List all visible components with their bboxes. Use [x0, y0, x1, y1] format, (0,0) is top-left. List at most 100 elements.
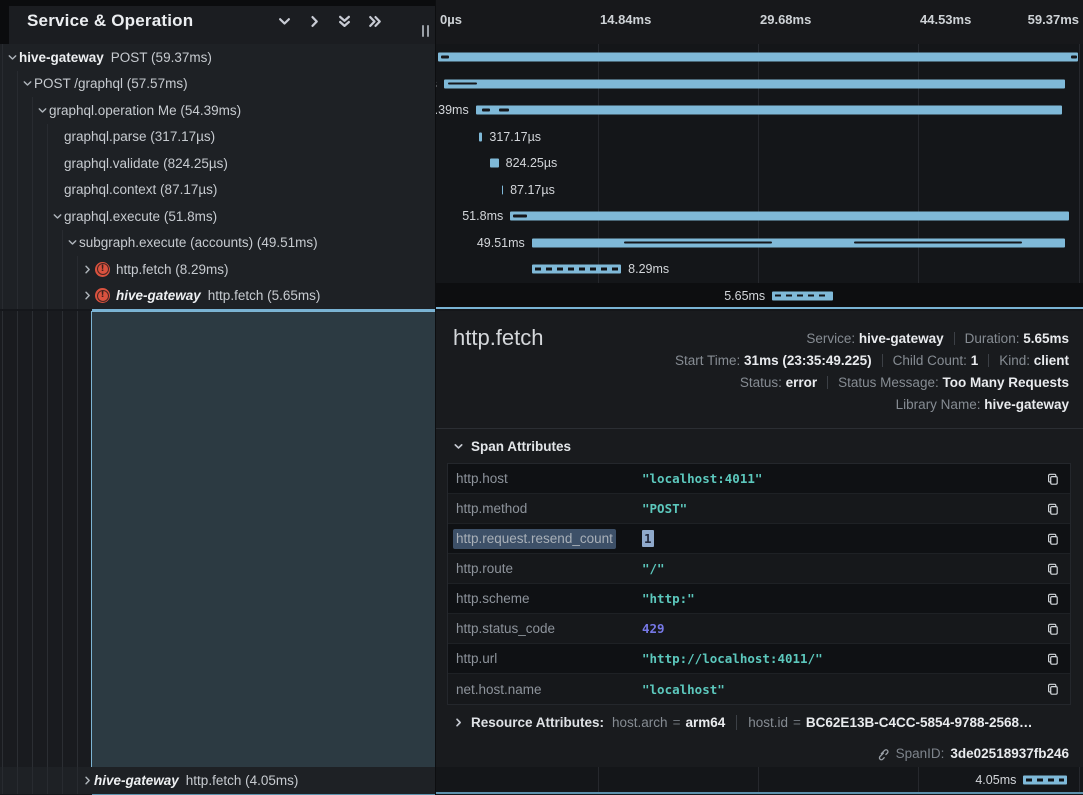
timeline-row[interactable]: 54.39ms — [436, 97, 1083, 124]
panel-title: Service & Operation — [27, 11, 193, 31]
attribute-row: http.method"POST" — [448, 494, 1070, 524]
span-tree-row[interactable]: graphql.operation Me (54.39ms) — [0, 97, 435, 124]
copy-icon — [1046, 502, 1060, 516]
duration-label: 8.29ms — [628, 262, 669, 276]
chevron-down-icon — [453, 441, 464, 452]
span-tree-row[interactable]: subgraph.execute (accounts) (49.51ms) — [0, 230, 435, 257]
copy-button[interactable] — [1045, 531, 1061, 547]
span-tree-row[interactable]: POST /graphql (57.57ms) — [0, 71, 435, 98]
span-tree-row[interactable]: http.fetch (8.29ms) — [0, 256, 435, 283]
span-meta: Service: hive-gatewayDuration: 5.65msSta… — [675, 328, 1069, 416]
axis-tick-label: 44.53ms — [920, 12, 971, 27]
meta-line: Library Name: hive-gateway — [675, 394, 1069, 416]
meta-separator — [827, 376, 828, 389]
span-label: graphql.parse (317.17µs) — [64, 129, 215, 144]
span-tree-row[interactable]: graphql.parse (317.17µs) — [0, 124, 435, 151]
axis-tick-label: 29.68ms — [760, 12, 811, 27]
span-tree-row[interactable]: graphql.execute (51.8ms) — [0, 203, 435, 230]
copy-button[interactable] — [1045, 681, 1061, 697]
axis-tick-label: 0µs — [440, 12, 462, 27]
resource-attributes-row[interactable]: Resource Attributes:host.arch=arm64host.… — [453, 715, 1069, 730]
copy-button[interactable] — [1045, 561, 1061, 577]
chevron-down-button[interactable] — [276, 13, 293, 30]
expanded-row-area — [91, 311, 435, 767]
chevrons-right-icon — [367, 14, 382, 29]
span-bar[interactable] — [532, 238, 1066, 247]
chevron-down-toggle[interactable] — [65, 237, 79, 248]
timeline-row[interactable]: 49.51ms — [436, 230, 1083, 257]
timeline-row[interactable]: 824.25µs — [436, 150, 1083, 177]
chevron-down-icon — [277, 14, 292, 29]
span-id-label: SpanID: — [896, 746, 945, 761]
copy-button[interactable] — [1045, 621, 1061, 637]
chevrons-down-button[interactable] — [336, 13, 353, 30]
chevron-right-button[interactable] — [306, 13, 323, 30]
span-bar[interactable] — [532, 265, 621, 274]
duration-label: 49.51ms — [477, 236, 525, 250]
link-icon[interactable] — [876, 747, 890, 761]
chevron-down-toggle[interactable] — [35, 105, 49, 116]
timeline-row[interactable]: 87.17µs — [436, 177, 1083, 204]
span-label: graphql.operation Me (54.39ms) — [49, 103, 241, 118]
copy-icon — [1046, 472, 1060, 486]
timeline-row[interactable]: 57.57ms — [436, 71, 1083, 98]
duration-label: 5.65ms — [724, 289, 765, 303]
attribute-value: "http:" — [642, 591, 695, 606]
timeline-row[interactable]: 317.17µs — [436, 124, 1083, 151]
attribute-value: "POST" — [642, 501, 687, 516]
chevron-right-toggle[interactable] — [80, 775, 94, 786]
span-bar[interactable] — [444, 79, 1065, 88]
span-label: graphql.validate (824.25µs) — [64, 156, 228, 171]
copy-button[interactable] — [1045, 591, 1061, 607]
span-bar[interactable] — [772, 291, 833, 300]
chevron-down-toggle[interactable] — [50, 211, 64, 222]
copy-button[interactable] — [1045, 501, 1061, 517]
trace-viewer: Service & Operation hive-gatewayPOST (59… — [0, 0, 1083, 795]
chevron-right-toggle[interactable] — [80, 290, 94, 301]
chevrons-right-button[interactable] — [366, 13, 383, 30]
span-tree-row[interactable]: hive-gatewayhttp.fetch (5.65ms) — [0, 283, 435, 310]
attribute-value: "localhost:4011" — [642, 471, 762, 486]
span-tree-row[interactable]: graphql.validate (824.25µs) — [0, 150, 435, 177]
timeline-row[interactable]: 5.65ms — [436, 283, 1083, 310]
chevrons-down-icon — [337, 14, 352, 29]
attribute-key: http.url — [456, 651, 642, 666]
duration-label: 57.57ms — [436, 77, 437, 91]
attribute-value: 429 — [642, 621, 665, 636]
attribute-key: http.route — [456, 561, 642, 576]
span-bar[interactable] — [510, 212, 1068, 221]
timeline-row[interactable]: 51.8ms — [436, 203, 1083, 230]
panel-resize-handle[interactable] — [422, 25, 429, 37]
span-bar[interactable] — [502, 185, 504, 194]
timeline-row[interactable]: 4.05ms — [436, 767, 1083, 794]
chevron-right-icon — [82, 264, 93, 275]
span-bar[interactable] — [1023, 776, 1067, 785]
self-time-segment — [624, 241, 772, 244]
copy-icon — [1046, 622, 1060, 636]
timeline-row[interactable] — [436, 44, 1083, 71]
copy-button[interactable] — [1045, 471, 1061, 487]
meta-value: error — [786, 375, 818, 390]
span-bar[interactable] — [490, 159, 499, 168]
resource-attributes-title: Resource Attributes: — [471, 715, 604, 730]
chevron-down-toggle[interactable] — [5, 52, 19, 63]
span-bar[interactable] — [479, 132, 482, 141]
chevron-down-icon — [52, 211, 63, 222]
span-tree-row[interactable]: hive-gatewayPOST (59.37ms) — [0, 44, 435, 71]
span-tree-row[interactable]: hive-gatewayhttp.fetch (4.05ms) — [0, 767, 435, 794]
span-tree-row[interactable]: graphql.context (87.17µs) — [0, 177, 435, 204]
meta-label: Child Count: — [893, 353, 971, 368]
span-bar[interactable] — [438, 53, 1078, 62]
chevron-right-toggle[interactable] — [80, 264, 94, 275]
chevron-down-icon — [37, 105, 48, 116]
span-bar[interactable] — [476, 106, 1062, 115]
timeline-row[interactable]: 8.29ms — [436, 256, 1083, 283]
self-time-segment — [513, 215, 528, 218]
attribute-value: "localhost" — [642, 682, 725, 697]
copy-button[interactable] — [1045, 651, 1061, 667]
chevron-down-icon — [22, 78, 33, 89]
span-attributes-toggle[interactable]: Span Attributes — [453, 439, 571, 454]
chevron-down-toggle[interactable] — [20, 78, 34, 89]
resource-key: host.id — [748, 715, 788, 730]
span-detail-panel: http.fetch Service: hive-gatewayDuration… — [436, 311, 1083, 767]
